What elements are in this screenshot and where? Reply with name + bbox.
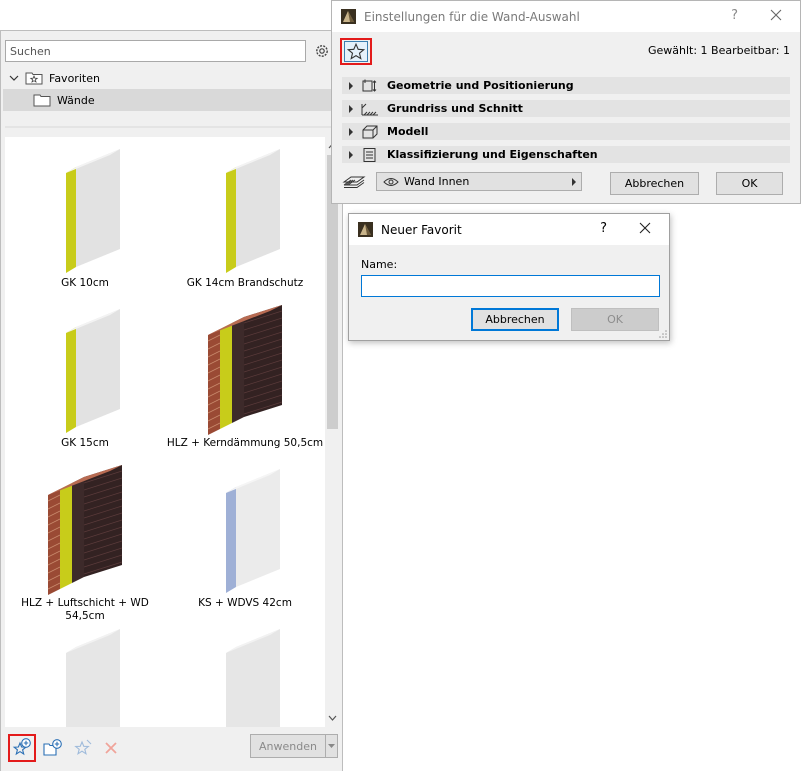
model-icon <box>362 125 378 138</box>
chevron-down-icon <box>328 743 335 748</box>
folder-icon <box>33 94 51 107</box>
geometry-icon <box>362 79 377 92</box>
wall-preview-image <box>66 629 120 727</box>
favorite-item[interactable] <box>5 625 165 727</box>
dialog-footer: Wand Innen Abbrechen OK <box>332 169 800 197</box>
tree-item-label: Favoriten <box>49 71 100 85</box>
wall-preview-image <box>47 465 123 595</box>
section-label: Geometrie und Positionierung <box>387 79 574 92</box>
section-floor-plan[interactable]: Grundriss und Schnitt <box>342 100 790 117</box>
favorite-item[interactable]: KS + WDVS 42cm <box>165 465 325 610</box>
favorite-item-label: GK 15cm <box>61 437 109 449</box>
redefine-favorite-icon <box>74 739 92 756</box>
layer-dropdown[interactable]: Wand Innen <box>376 172 582 191</box>
section-classification[interactable]: Klassifizierung und Eigenschaften <box>342 146 790 163</box>
scroll-down-icon[interactable] <box>325 710 340 726</box>
apply-dropdown-button[interactable] <box>326 734 338 758</box>
scrollbar[interactable] <box>325 137 340 727</box>
dialog-title: Einstellungen für die Wand-Auswahl <box>364 9 580 24</box>
settings-sections: Geometrie und Positionierung Grundriss u… <box>342 77 790 169</box>
section-model[interactable]: Modell <box>342 123 790 140</box>
new-favorite-icon <box>12 738 31 756</box>
chevron-down-icon[interactable] <box>9 74 19 82</box>
close-icon[interactable] <box>768 7 784 23</box>
resize-grip-icon[interactable] <box>659 330 667 338</box>
tree-item-label: Wände <box>57 93 95 107</box>
dropdown-arrow-icon <box>572 178 576 186</box>
help-button[interactable]: ? <box>731 8 738 23</box>
close-icon[interactable] <box>637 220 653 236</box>
wall-preview-image <box>207 305 283 435</box>
favorites-panel: Favoriten Wände GK 10cm GK 14cm Brandsch… <box>0 30 343 771</box>
archicad-icon <box>341 9 356 24</box>
favorites-grid: GK 10cm GK 14cm Brandschutz GK 15cm HLZ … <box>5 137 325 727</box>
apply-button[interactable]: Anwenden <box>250 734 326 758</box>
archicad-icon <box>358 222 373 237</box>
layer-icon <box>342 176 366 188</box>
favorite-item-label: HLZ + Kerndämmung 50,5cm <box>166 437 324 449</box>
star-icon <box>347 43 365 60</box>
ok-button[interactable]: OK <box>716 172 783 195</box>
dialog-titlebar: Einstellungen für die Wand-Auswahl ? <box>332 1 800 32</box>
tree-item-walls[interactable]: Wände <box>3 89 340 111</box>
selection-info: Gewählt: 1 Bearbeitbar: 1 <box>647 44 790 57</box>
name-field[interactable] <box>361 275 660 297</box>
new-favorite-dialog: Neuer Favorit ? Name: Abbrechen OK <box>348 213 670 341</box>
new-folder-button[interactable] <box>41 736 65 760</box>
new-folder-icon <box>43 739 62 756</box>
section-geometry[interactable]: Geometrie und Positionierung <box>342 77 790 94</box>
dialog-titlebar: Neuer Favorit ? <box>349 214 669 245</box>
wall-preview-image <box>66 309 120 433</box>
delete-favorite-button[interactable] <box>99 736 123 760</box>
favorite-item[interactable]: HLZ + Kerndämmung 50,5cm <box>165 305 325 450</box>
favorite-item-label: KS + WDVS 42cm <box>198 597 292 609</box>
favorite-item[interactable]: GK 14cm Brandschutz <box>165 145 325 290</box>
favorite-item-label: GK 10cm <box>61 277 109 289</box>
expand-arrow-icon <box>349 81 353 90</box>
favorite-item[interactable] <box>165 625 325 727</box>
dialog-title: Neuer Favorit <box>381 222 462 237</box>
section-label: Grundriss und Schnitt <box>387 102 523 115</box>
redefine-favorite-button[interactable] <box>71 736 95 760</box>
section-label: Modell <box>387 125 429 138</box>
wall-preview-image <box>226 149 280 273</box>
favorites-tree: Favoriten Wände <box>3 67 340 111</box>
search-row <box>5 40 339 62</box>
cancel-button[interactable]: Abbrechen <box>610 172 699 195</box>
section-label: Klassifizierung und Eigenschaften <box>387 148 598 161</box>
layer-value: Wand Innen <box>404 175 470 188</box>
new-favorite-button[interactable] <box>8 734 36 762</box>
favorite-item[interactable]: HLZ + Luftschicht + WD 54,5cm <box>5 465 165 623</box>
favorites-button-face <box>344 41 368 62</box>
classification-icon <box>363 147 376 162</box>
favorite-item-label: GK 14cm Brandschutz <box>186 277 304 289</box>
favorites-button[interactable] <box>340 38 372 65</box>
expand-arrow-icon <box>349 150 353 159</box>
floor-plan-icon <box>361 103 378 115</box>
help-button[interactable]: ? <box>600 221 607 236</box>
divider <box>5 126 340 128</box>
wall-preview-image <box>66 149 120 273</box>
cancel-button[interactable]: Abbrechen <box>471 308 559 331</box>
expand-arrow-icon <box>349 127 353 136</box>
name-label: Name: <box>361 258 398 271</box>
tree-item-favorites[interactable]: Favoriten <box>3 67 340 89</box>
expand-arrow-icon <box>349 104 353 113</box>
wall-preview-image <box>226 469 280 593</box>
star-folder-icon <box>25 72 43 85</box>
delete-icon <box>105 742 117 754</box>
eye-icon <box>383 177 399 186</box>
wall-settings-dialog: Einstellungen für die Wand-Auswahl ? Gew… <box>331 0 801 204</box>
ok-button[interactable]: OK <box>571 308 659 331</box>
search-input[interactable] <box>5 40 306 62</box>
favorite-item[interactable]: GK 15cm <box>5 305 165 450</box>
favorites-toolbar: Anwenden <box>1 727 342 771</box>
favorite-item-label: HLZ + Luftschicht + WD 54,5cm <box>21 597 149 622</box>
favorite-item[interactable]: GK 10cm <box>5 145 165 290</box>
wall-preview-image <box>226 629 280 727</box>
